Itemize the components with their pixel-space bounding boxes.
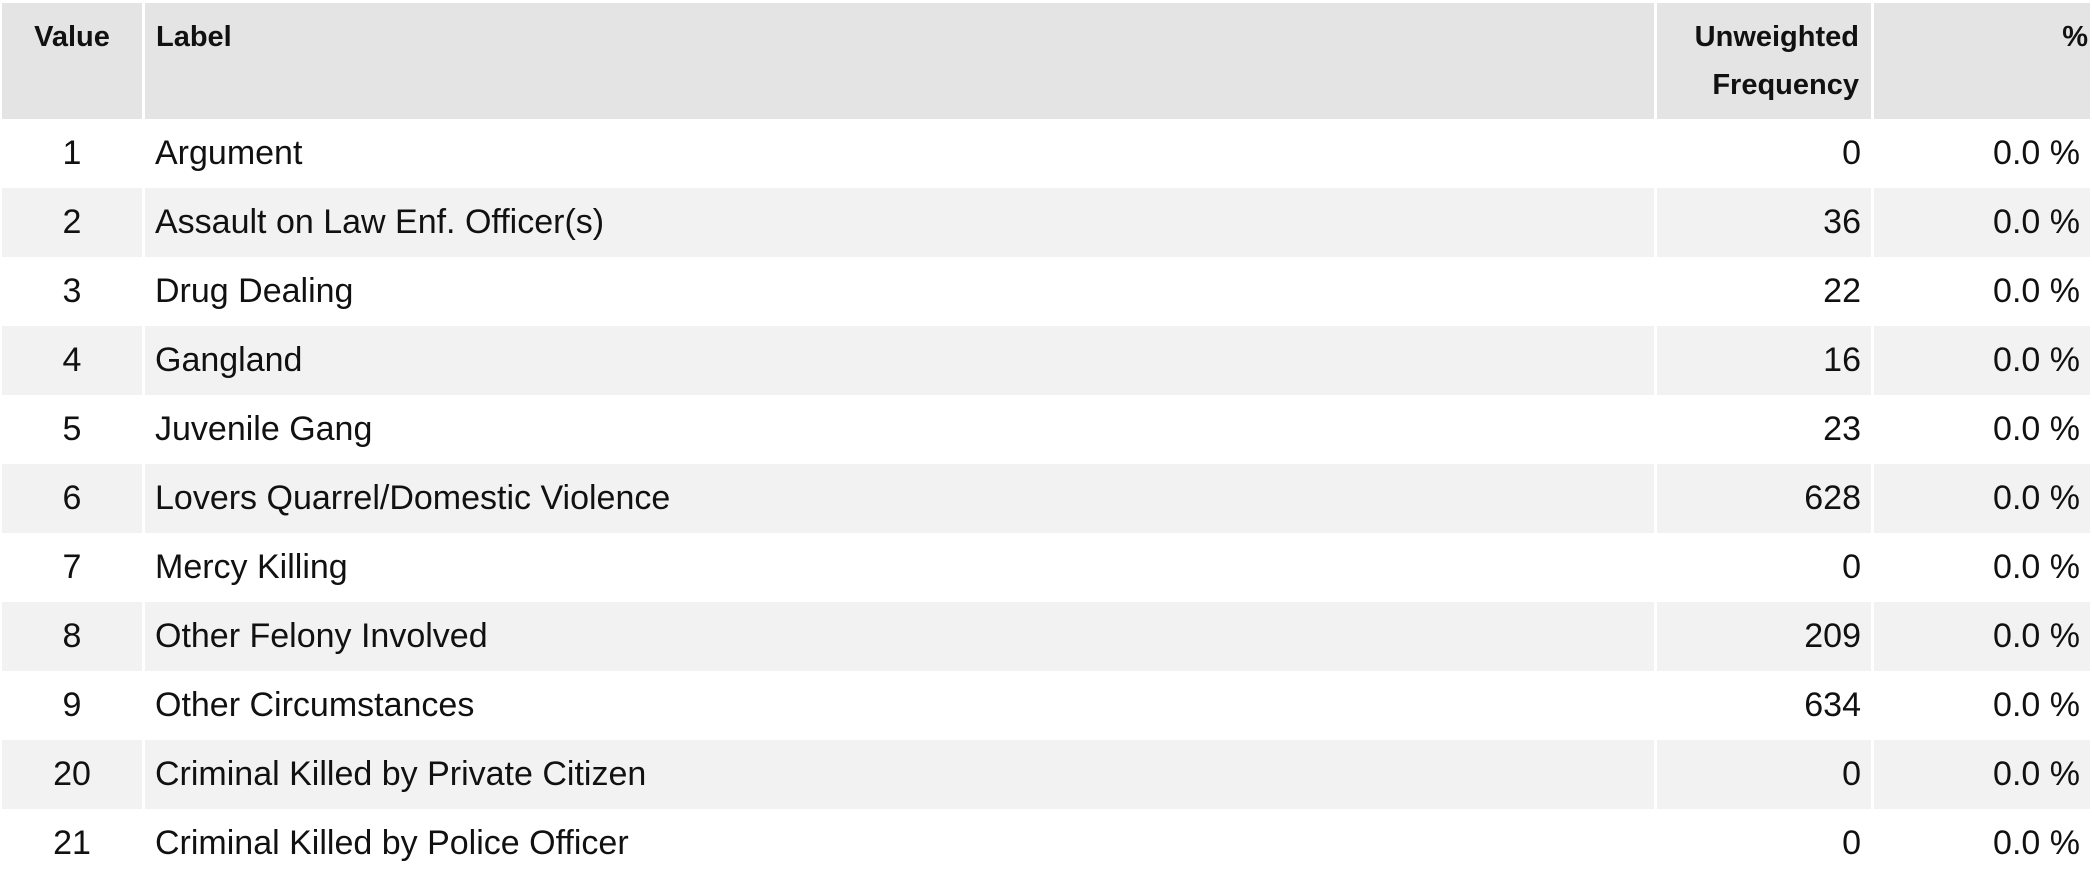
cell-value: 8 (2, 602, 145, 671)
table-row: 3 Drug Dealing 22 0.0 % (2, 257, 2090, 326)
cell-percent: 0.0 % (1874, 326, 2090, 395)
cell-label: Assault on Law Enf. Officer(s) (145, 188, 1657, 257)
table-row: 1 Argument 0 0.0 % (2, 119, 2090, 188)
cell-value: 3 (2, 257, 145, 326)
table-row: 5 Juvenile Gang 23 0.0 % (2, 395, 2090, 464)
column-header-unweighted-frequency: Unweighted Frequency (1657, 3, 1874, 119)
cell-label: Lovers Quarrel/Domestic Violence (145, 464, 1657, 533)
cell-percent: 0.0 % (1874, 602, 2090, 671)
cell-frequency: 634 (1657, 671, 1874, 740)
cell-value: 21 (2, 809, 145, 878)
table-row: 20 Criminal Killed by Private Citizen 0 … (2, 740, 2090, 809)
cell-label: Mercy Killing (145, 533, 1657, 602)
cell-percent: 0.0 % (1874, 533, 2090, 602)
cell-frequency: 0 (1657, 740, 1874, 809)
column-header-percent: % (1874, 3, 2090, 119)
table-row: 4 Gangland 16 0.0 % (2, 326, 2090, 395)
table-row: 9 Other Circumstances 634 0.0 % (2, 671, 2090, 740)
header-row: Value Label Unweighted Frequency % (2, 3, 2090, 119)
cell-value: 1 (2, 119, 145, 188)
cell-percent: 0.0 % (1874, 740, 2090, 809)
cell-value: 4 (2, 326, 145, 395)
cell-value: 5 (2, 395, 145, 464)
cell-frequency: 209 (1657, 602, 1874, 671)
cell-value: 9 (2, 671, 145, 740)
table-row: 21 Criminal Killed by Police Officer 0 0… (2, 809, 2090, 878)
cell-value: 7 (2, 533, 145, 602)
table-row: 7 Mercy Killing 0 0.0 % (2, 533, 2090, 602)
column-header-freq-line2: Frequency (1712, 69, 1859, 101)
cell-label: Juvenile Gang (145, 395, 1657, 464)
cell-label: Drug Dealing (145, 257, 1657, 326)
column-header-label-text: Label (156, 21, 232, 53)
column-header-value-text: Value (34, 21, 110, 53)
cell-percent: 0.0 % (1874, 188, 2090, 257)
column-header-label: Label (145, 3, 1657, 119)
table-row: 2 Assault on Law Enf. Officer(s) 36 0.0 … (2, 188, 2090, 257)
cell-value: 6 (2, 464, 145, 533)
cell-frequency: 36 (1657, 188, 1874, 257)
cell-label: Other Circumstances (145, 671, 1657, 740)
cell-percent: 0.0 % (1874, 671, 2090, 740)
cell-value: 20 (2, 740, 145, 809)
cell-percent: 0.0 % (1874, 464, 2090, 533)
cell-frequency: 16 (1657, 326, 1874, 395)
cell-frequency: 628 (1657, 464, 1874, 533)
table-row: 8 Other Felony Involved 209 0.0 % (2, 602, 2090, 671)
column-header-percent-text: % (2062, 21, 2088, 53)
cell-label: Criminal Killed by Police Officer (145, 809, 1657, 878)
cell-frequency: 23 (1657, 395, 1874, 464)
cell-label: Criminal Killed by Private Citizen (145, 740, 1657, 809)
column-header-freq-line1: Unweighted (1694, 21, 1859, 53)
cell-label: Argument (145, 119, 1657, 188)
frequency-table: Value Label Unweighted Frequency % 1 Argu… (2, 3, 2090, 878)
cell-frequency: 22 (1657, 257, 1874, 326)
column-header-value: Value (2, 3, 145, 119)
cell-percent: 0.0 % (1874, 809, 2090, 878)
cell-label: Gangland (145, 326, 1657, 395)
cell-percent: 0.0 % (1874, 395, 2090, 464)
table-body: 1 Argument 0 0.0 % 2 Assault on Law Enf.… (2, 119, 2090, 878)
table-header: Value Label Unweighted Frequency % (2, 3, 2090, 119)
cell-percent: 0.0 % (1874, 119, 2090, 188)
cell-label: Other Felony Involved (145, 602, 1657, 671)
cell-frequency: 0 (1657, 809, 1874, 878)
cell-frequency: 0 (1657, 533, 1874, 602)
cell-value: 2 (2, 188, 145, 257)
table-row: 6 Lovers Quarrel/Domestic Violence 628 0… (2, 464, 2090, 533)
cell-frequency: 0 (1657, 119, 1874, 188)
cell-percent: 0.0 % (1874, 257, 2090, 326)
